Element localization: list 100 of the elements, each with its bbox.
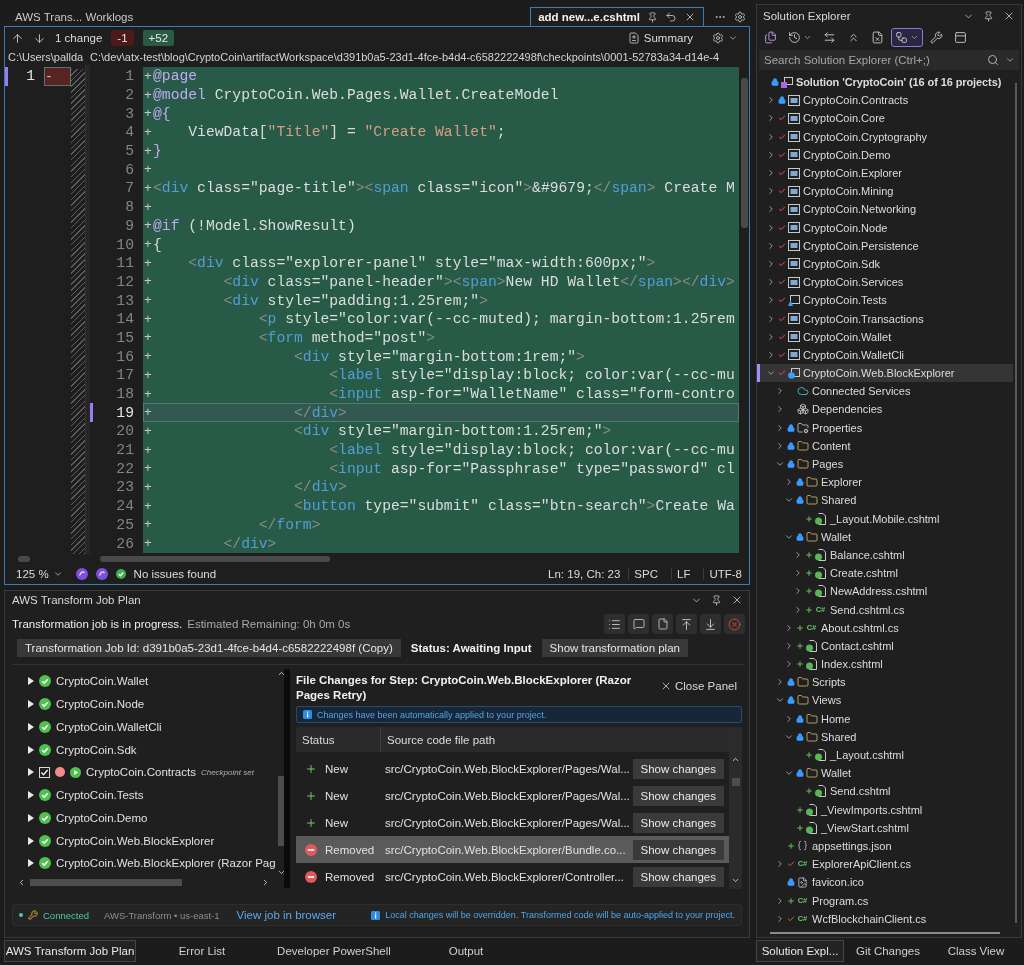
column-header[interactable]: Status [296,727,381,752]
table-row[interactable]: Removed src/CryptoCoin.Web.BlockExplorer/Bundle.co... Show changes [296,836,729,863]
view-job-link[interactable]: View job in browser [236,909,337,921]
tree-item[interactable]: CryptoCoin.Sdk [757,254,1013,274]
tree-item[interactable]: Send.cshtml [757,782,1013,801]
encoding[interactable]: UTF-8 [703,568,747,580]
show-changes-button[interactable]: Show changes [632,758,724,779]
table-row[interactable]: New src/CryptoCoin.Web.BlockExplorer/Pages/Wal... Show changes [296,809,729,836]
tree-item[interactable]: Home [757,709,1013,728]
panel-tab[interactable]: Git Changes [844,940,932,962]
settings-icon[interactable] [734,10,746,23]
checkbox[interactable] [39,766,50,778]
tree-item[interactable]: Balance.cshtml [757,545,1013,565]
tree-item[interactable]: Shared [757,727,1013,746]
expand-triangle-icon[interactable] [28,859,34,868]
download-button[interactable] [700,614,721,634]
column-header[interactable]: Source code file path [381,727,729,752]
close-panel-button[interactable]: Close Panel [660,680,737,692]
expand-triangle-icon[interactable] [28,768,34,777]
tree-item[interactable]: CryptoCoin.Tests [757,291,1013,310]
panel-tab[interactable]: Output [400,940,532,962]
tree-item[interactable]: CryptoCoin.Mining [757,182,1013,201]
scrollbar-track[interactable] [729,727,742,889]
expand-triangle-icon[interactable] [28,813,34,822]
job-id-button[interactable]: Transformation Job Id: d391b0a5-23d1-4fce-b4d4-c6582222498f (Copy) [17,639,401,657]
expand-triangle-icon[interactable] [28,677,34,686]
search-icon[interactable] [987,54,999,66]
tree-item[interactable]: Solution 'CryptoCoin' (16 of 16 projects) [757,73,1013,92]
tree-item[interactable]: CryptoCoin.Explorer [757,163,1013,183]
show-changes-button[interactable]: Show changes [632,866,724,887]
arrow-up-icon[interactable] [11,31,24,45]
scrollbar-thumb[interactable] [1015,83,1017,923]
tree-item[interactable]: _Layout.Mobile.cshtml [757,509,1013,528]
close-icon[interactable] [731,594,743,606]
chevron-up-icon[interactable] [731,755,740,764]
close-icon[interactable] [1003,10,1015,22]
toolbar-button[interactable] [891,28,923,47]
step-label[interactable]: CryptoCoin.Node [56,698,145,711]
tree-item[interactable]: Views [757,691,1013,710]
tree-item[interactable]: CryptoCoin.Web.BlockExplorer [757,364,1013,383]
step-label[interactable]: CryptoCoin.Web.BlockExplorer (Razor Pag [56,857,276,870]
tree-item[interactable]: Wallet [757,527,1013,546]
tree-item[interactable]: _ViewImports.cshtml [757,800,1013,819]
panel-tab[interactable]: Class View [932,940,1020,962]
chevron-up-icon[interactable] [277,669,287,678]
scrollbar-thumb[interactable] [100,556,330,562]
document-button[interactable] [652,614,673,634]
tree-item[interactable]: Content [757,436,1013,455]
pin-icon[interactable] [711,594,722,606]
indent-mode[interactable]: SPC [628,568,663,580]
tree-item[interactable]: CryptoCoin.Demo [757,145,1013,164]
expand-triangle-icon[interactable] [28,700,34,709]
panel-tab[interactable]: AWS Transform Job Plan [4,940,136,962]
show-plan-button[interactable]: Show transformation plan [541,639,688,657]
close-icon[interactable] [684,11,696,23]
panel-tab[interactable]: Solution Expl... [756,940,844,962]
show-changes-button[interactable]: Show changes [632,812,724,833]
scrollbar-thumb[interactable] [731,778,740,786]
chevron-down-icon[interactable] [731,876,740,885]
upload-button[interactable] [676,614,697,634]
show-changes-button[interactable]: Show changes [632,785,724,806]
orb-icon[interactable] [75,568,88,580]
tree-item[interactable]: Explorer [757,473,1013,492]
step-label[interactable]: CryptoCoin.WalletCli [56,720,162,733]
summary-button[interactable]: Summary [622,30,698,46]
scrollbar-thumb[interactable] [770,932,1000,934]
line-ending[interactable]: LF [671,568,696,580]
chevron-right-icon[interactable] [261,878,270,887]
step-label[interactable]: CryptoCoin.Wallet [56,675,149,688]
table-row[interactable]: New src/CryptoCoin.Web.BlockExplorer/Pages/Wal... Show changes [296,782,729,809]
show-changes-button[interactable]: Show changes [632,839,724,860]
document-tab[interactable]: add new...e.cshtml [530,7,704,26]
pin-icon[interactable] [983,10,994,22]
scrollbar-thumb[interactable] [30,879,182,886]
tree-item[interactable]: Index.cshtml [757,655,1013,674]
tree-item[interactable]: Shared [757,491,1013,510]
tree-item[interactable]: Dependencies [757,400,1013,419]
comment-button[interactable] [628,614,649,634]
step-label[interactable]: CryptoCoin.Sdk [56,743,137,756]
undo-icon[interactable] [665,11,677,23]
tree-item[interactable]: favicon.ico [757,873,1013,892]
table-row[interactable]: New src/CryptoCoin.Web.BlockExplorer/Pages/Wal... Show changes [296,755,729,782]
tree-item[interactable]: Properties [757,418,1013,437]
tree-item[interactable]: Create.cshtml [757,564,1013,583]
pin-icon[interactable] [647,11,658,23]
tree-item[interactable]: CryptoCoin.Services [757,273,1013,292]
tree-item[interactable]: Contact.cshtml [757,636,1013,655]
orb-icon[interactable] [95,568,108,580]
tree-item[interactable]: appsettings.json [757,836,1013,856]
step-label[interactable]: CryptoCoin.Tests [56,789,144,802]
step-label[interactable]: CryptoCoin.Web.BlockExplorer [56,834,215,847]
tree-item[interactable]: CryptoCoin.Contracts [757,91,1013,110]
tree-item[interactable]: CryptoCoin.Wallet [757,327,1013,346]
tree-item[interactable]: CryptoCoin.Node [757,218,1013,237]
tree-item[interactable]: Scripts [757,673,1013,692]
tree-item[interactable]: _ViewStart.cshtml [757,818,1013,837]
tree-item[interactable]: NewAddress.cshtml [757,582,1013,601]
expand-triangle-icon[interactable] [28,745,34,754]
panel-tab[interactable]: Developer PowerShell [268,940,400,962]
play-circle-icon[interactable] [70,766,81,778]
